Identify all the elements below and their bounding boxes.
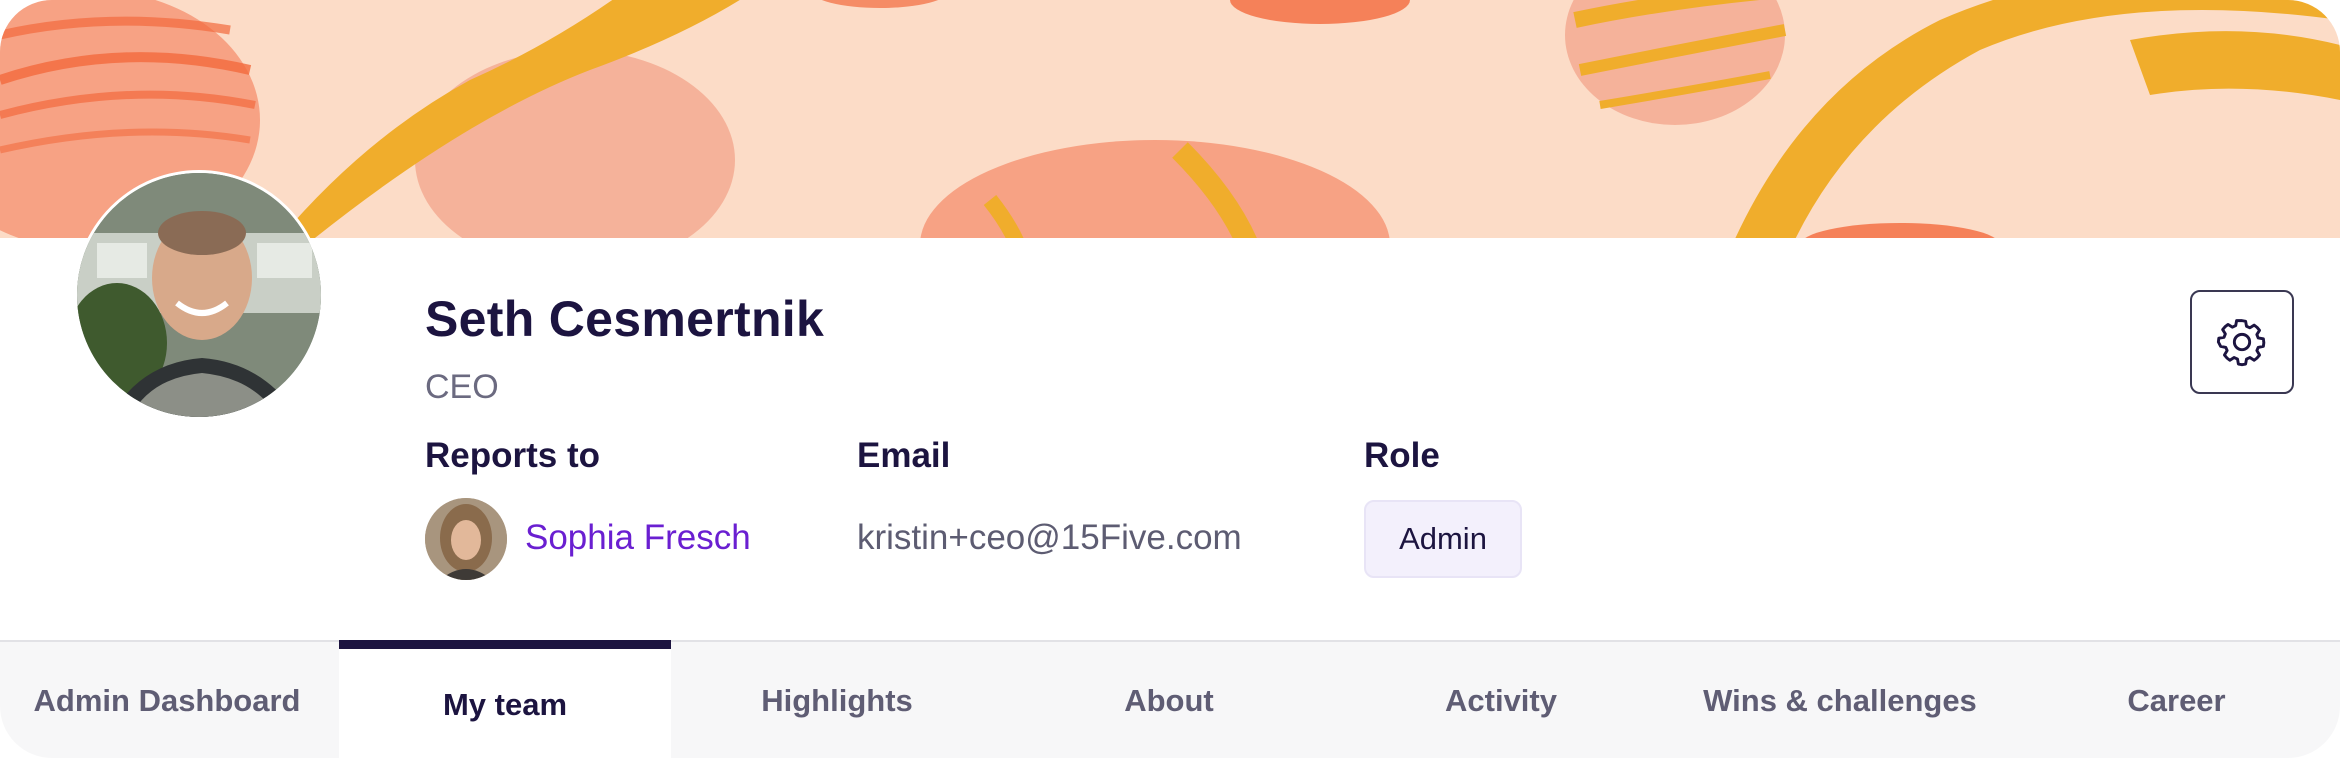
- manager-name-link[interactable]: Sophia Fresch: [525, 518, 751, 558]
- role-label: Role: [1364, 436, 1440, 475]
- banner-art: [0, 0, 2340, 238]
- profile-job-title: CEO: [425, 368, 499, 406]
- tab-wins-challenges[interactable]: Wins & challenges: [1667, 642, 2013, 758]
- reports-to-label: Reports to: [425, 436, 600, 475]
- manager-avatar[interactable]: [425, 498, 507, 580]
- profile-name: Seth Cesmertnik: [425, 291, 825, 347]
- settings-button[interactable]: [2190, 290, 2294, 394]
- profile-tabs: Admin Dashboard My team Highlights About…: [0, 640, 2340, 758]
- email-value: kristin+ceo@15Five.com: [857, 518, 1242, 557]
- tab-highlights[interactable]: Highlights: [671, 642, 1003, 758]
- profile-card: Seth Cesmertnik CEO Reports to Email Rol…: [0, 0, 2340, 758]
- tab-career[interactable]: Career: [2013, 642, 2340, 758]
- profile-avatar: [74, 170, 324, 420]
- gear-icon: [2216, 319, 2266, 367]
- tab-about[interactable]: About: [1003, 642, 1335, 758]
- role-badge: Admin: [1364, 500, 1522, 578]
- email-label: Email: [857, 436, 951, 475]
- profile-banner: [0, 0, 2340, 238]
- tab-my-team[interactable]: My team: [339, 640, 671, 758]
- tab-admin-dashboard[interactable]: Admin Dashboard: [0, 642, 334, 758]
- tab-activity[interactable]: Activity: [1335, 642, 1667, 758]
